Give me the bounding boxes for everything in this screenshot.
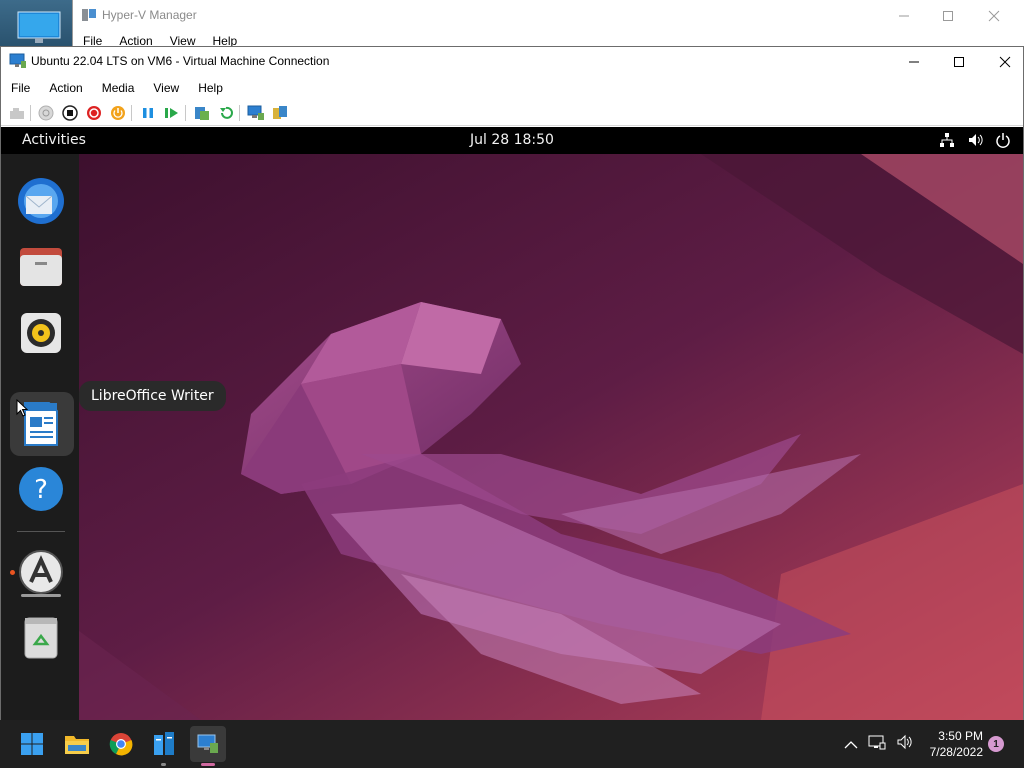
svg-text:?: ? [34,475,48,505]
server-manager-icon[interactable] [146,726,182,762]
dock-tooltip: LibreOffice Writer [79,381,226,411]
share-icon[interactable] [271,104,289,122]
ubuntu-wallpaper [1,154,1023,720]
start-icon[interactable] [14,726,50,762]
ubuntu-clock[interactable]: Jul 28 18:50 [1,132,1023,148]
revert-icon[interactable] [217,104,235,122]
vm-menu-view[interactable]: View [143,77,188,99]
turn-off-icon[interactable] [61,104,79,122]
vm-connection-icon [9,53,27,73]
file-explorer-icon[interactable] [59,726,95,762]
windows-taskbar: 3:50 PM 7/28/2022 1 [0,720,1024,768]
vm-toolbar [1,100,1023,126]
hyperv-manager-icon [81,7,97,27]
vm-title: Ubuntu 22.04 LTS on VM6 - Virtual Machin… [31,54,330,68]
pause-icon[interactable] [139,104,157,122]
trash-icon[interactable] [16,612,66,662]
help-icon[interactable]: ? [16,464,66,514]
network-icon[interactable] [868,734,886,754]
dock-separator [17,531,65,532]
hyperv-maximize-button[interactable] [925,0,971,31]
save-icon[interactable] [109,104,127,122]
mouse-cursor-icon [16,398,29,421]
ubuntu-topbar: Activities Jul 28 18:50 [1,127,1023,154]
vm-menu-help[interactable]: Help [188,77,232,99]
toolbar-separator [239,105,240,121]
notification-badge[interactable]: 1 [988,736,1004,752]
reset-icon[interactable] [163,104,181,122]
ctrl-alt-del-icon[interactable] [8,104,26,122]
network-icon[interactable] [939,132,955,152]
chevron-up-icon[interactable] [844,735,858,754]
vm-connection-icon[interactable] [190,726,226,762]
hyperv-manager-window: Hyper-V Manager File Action View Help [72,0,1024,50]
hyperv-title: Hyper-V Manager [102,8,197,22]
start-icon[interactable] [37,104,55,122]
clock-time: 3:50 PM [938,729,983,743]
windows-clock[interactable]: 3:50 PM 7/28/2022 [913,728,983,760]
host-desktop [0,0,72,50]
windows-system-tray [844,734,914,754]
files-icon[interactable] [16,242,66,292]
vm-titlebar[interactable]: Ubuntu 22.04 LTS on VM6 - Virtual Machin… [1,47,1023,76]
rhythmbox-icon[interactable] [16,308,66,358]
clock-date: 7/28/2022 [929,745,983,759]
checkpoint-icon[interactable] [193,104,211,122]
running-indicator [161,763,166,766]
vm-menu-media[interactable]: Media [92,77,144,99]
volume-icon[interactable] [967,132,983,152]
volume-icon[interactable] [896,734,914,754]
guest-screen[interactable]: Activities Jul 28 18:50 ? LibreOffice Wr… [1,127,1023,720]
vm-menu-file[interactable]: File [1,77,39,99]
vm-close-button[interactable] [982,47,1024,76]
vm-menubar: File Action Media View Help [1,77,1023,99]
enhanced-session-icon[interactable] [247,104,265,122]
software-icon[interactable] [16,547,66,597]
shut-down-icon[interactable] [85,104,103,122]
active-app-indicator [201,763,215,766]
hyperv-titlebar[interactable]: Hyper-V Manager [73,0,1024,31]
hyperv-close-button[interactable] [971,0,1017,31]
hyperv-minimize-button[interactable] [881,0,927,31]
ubuntu-dock: ? [1,154,79,720]
toolbar-separator [131,105,132,121]
vm-maximize-button[interactable] [936,47,982,76]
toolbar-separator [30,105,31,121]
ubuntu-system-tray[interactable] [939,132,1011,152]
vm-menu-action[interactable]: Action [39,77,91,99]
vm-connection-window: Ubuntu 22.04 LTS on VM6 - Virtual Machin… [0,46,1024,720]
software-loading-bar [21,594,61,597]
toolbar-separator [185,105,186,121]
this-pc-icon[interactable] [17,10,61,50]
running-indicator [10,570,15,575]
chrome-icon[interactable] [103,726,139,762]
thunderbird-icon[interactable] [16,176,66,226]
power-icon[interactable] [995,132,1011,152]
vm-minimize-button[interactable] [891,47,937,76]
